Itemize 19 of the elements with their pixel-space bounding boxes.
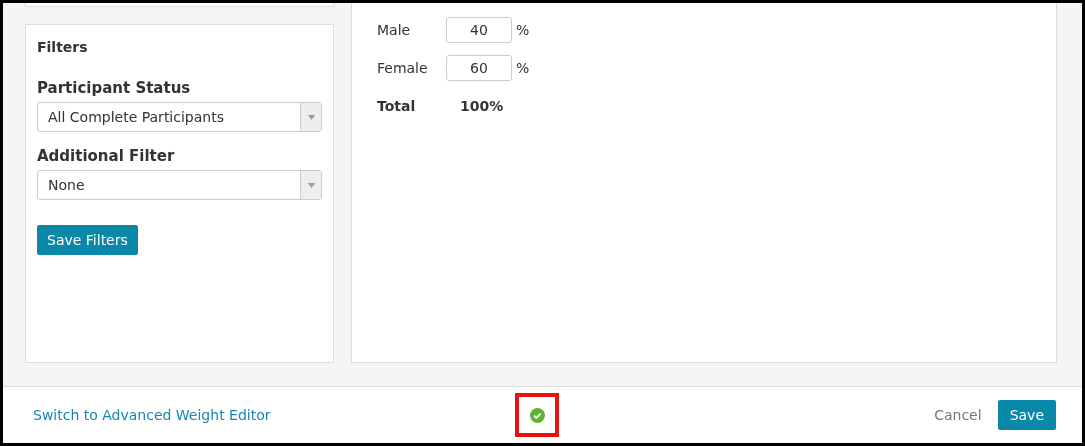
cancel-link[interactable]: Cancel <box>934 407 982 423</box>
field-label: Additional Filter <box>37 147 176 165</box>
weight-input[interactable]: 60 <box>446 55 512 81</box>
caret-icon <box>307 182 315 188</box>
dropdown[interactable]: All Complete Participants <box>37 102 322 132</box>
weight-input[interactable]: 40 <box>446 17 512 43</box>
save-button[interactable]: Save <box>997 400 1056 430</box>
weight-label: Female <box>377 60 429 76</box>
caret-icon <box>307 114 315 120</box>
advanced-editor-link[interactable]: Switch to Advanced Weight Editor <box>33 407 515 423</box>
total-label: Total <box>377 98 417 114</box>
dropdown[interactable]: None <box>37 170 322 200</box>
panel-title: Filters <box>37 39 89 55</box>
save-filters-button[interactable]: Save Filters <box>37 225 138 255</box>
weight-label: Male <box>377 22 412 38</box>
unit-label: % <box>516 60 530 76</box>
unit-label: % <box>516 22 530 38</box>
total-value: 100% <box>460 98 504 114</box>
field-label: Participant Status <box>37 79 192 97</box>
